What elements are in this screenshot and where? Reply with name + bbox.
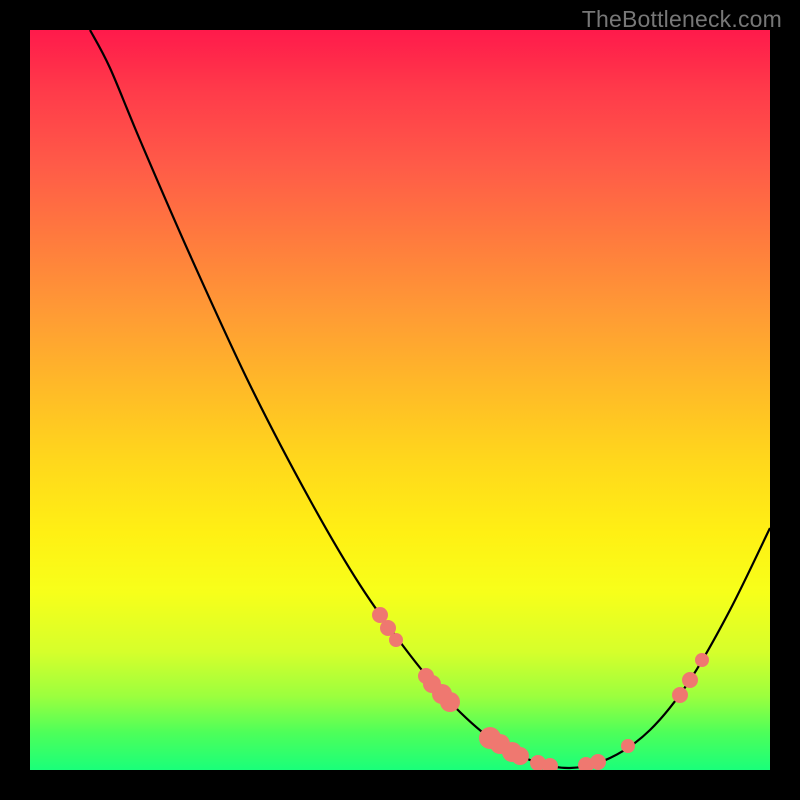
data-dot: [621, 739, 635, 753]
data-dot: [672, 687, 688, 703]
data-dot: [682, 672, 698, 688]
data-dot: [695, 653, 709, 667]
data-dot: [440, 692, 460, 712]
watermark-text: TheBottleneck.com: [582, 6, 782, 33]
chart-plot-area: [30, 30, 770, 770]
data-dot: [590, 754, 606, 770]
data-dot: [389, 633, 403, 647]
bottleneck-curve: [90, 30, 770, 768]
chart-svg: [30, 30, 770, 770]
data-dots-group: [372, 607, 709, 770]
data-dot: [511, 747, 529, 765]
